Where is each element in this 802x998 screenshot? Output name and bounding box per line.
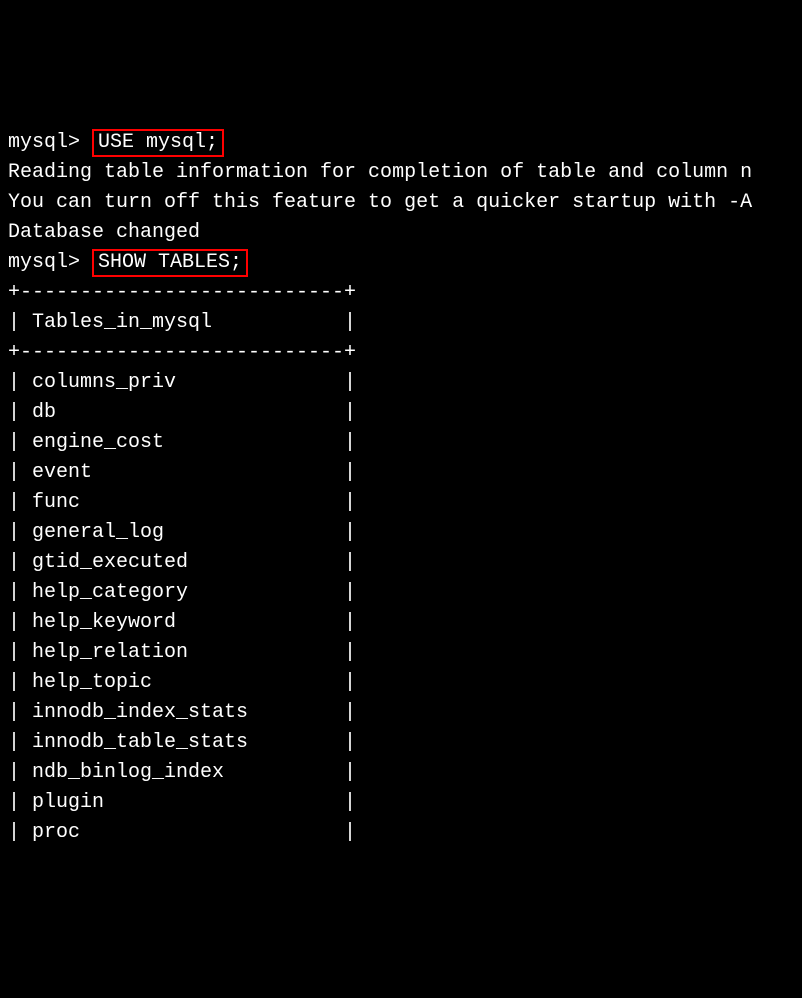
table-row: | db | — [8, 398, 794, 428]
table-row: | proc | — [8, 818, 794, 848]
table-row: | gtid_executed | — [8, 548, 794, 578]
output-feature-info: You can turn off this feature to get a q… — [8, 188, 794, 218]
table-row: | general_log | — [8, 518, 794, 548]
table-row: | columns_priv | — [8, 368, 794, 398]
table-rows-container: | columns_priv || db || engine_cost || e… — [8, 368, 794, 848]
table-row: | help_relation | — [8, 638, 794, 668]
table-border-mid: +---------------------------+ — [8, 338, 794, 368]
output-db-changed: Database changed — [8, 218, 794, 248]
table-row: | innodb_table_stats | — [8, 728, 794, 758]
command-line-1: mysql> USE mysql; — [8, 128, 794, 158]
output-reading-info: Reading table information for completion… — [8, 158, 794, 188]
table-row: | func | — [8, 488, 794, 518]
table-row: | help_topic | — [8, 668, 794, 698]
table-border-top: +---------------------------+ — [8, 278, 794, 308]
command-line-2: mysql> SHOW TABLES; — [8, 248, 794, 278]
table-row: | help_category | — [8, 578, 794, 608]
mysql-prompt-2: mysql> — [8, 251, 92, 274]
table-row: | engine_cost | — [8, 428, 794, 458]
table-row: | plugin | — [8, 788, 794, 818]
table-row: | ndb_binlog_index | — [8, 758, 794, 788]
show-tables-command-highlight: SHOW TABLES; — [92, 249, 248, 277]
table-row: | help_keyword | — [8, 608, 794, 638]
mysql-prompt-1: mysql> — [8, 131, 92, 154]
table-header: | Tables_in_mysql | — [8, 308, 794, 338]
use-command-highlight: USE mysql; — [92, 129, 224, 157]
table-row: | innodb_index_stats | — [8, 698, 794, 728]
table-row: | event | — [8, 458, 794, 488]
